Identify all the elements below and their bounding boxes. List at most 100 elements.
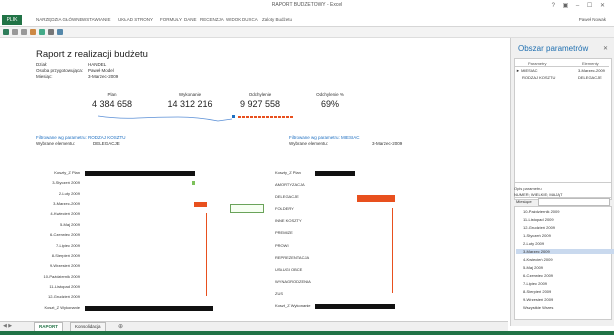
kpi-variance-value: 9 927 558 [239,99,281,109]
right-filter-caption: Filtrowane wg parametru: MIESIAC [289,135,360,140]
param-row-value[interactable]: 3-Marzec-2009 [578,68,605,73]
month-list-item[interactable]: 9-Wrzesień 2009 [523,297,553,302]
tab-page-layout[interactable]: UKŁAD STRONY [118,17,153,22]
meta-value-month: 3-Marzec-2009 [88,74,119,79]
month-list[interactable] [514,206,612,320]
month-list-item[interactable]: 10-Październik 2009 [523,209,559,214]
chart-row-label: USŁUGI OBCE [275,266,303,272]
kpi-actual-value: 14 312 216 [167,99,213,109]
chart-row-label: 8-Sierpień 2009 [51,252,80,258]
chart-row-label: PROWI [275,242,289,248]
undo-icon[interactable] [12,29,18,35]
kpi-plan-label: Plan [107,92,117,97]
kpi-variance-pct-label: Odchylenie % [316,92,344,97]
meta-value-dept: HANDEL [88,62,107,67]
left-waterfall-chart: Koszty_Z Plan 3-Styczeń 2009 2-Luty 2009 3-… [0,170,230,320]
report-title: Raport z realizacji budżetu [36,49,148,60]
status-bar [0,331,614,335]
chart-row-label: 11-Listopad 2009 [49,283,80,289]
month-bar [194,202,207,208]
filter-icon[interactable] [57,29,63,35]
list-label: Miesiące [516,199,532,204]
chart-row-label: REPREZENTACJA [275,254,310,260]
tab-review[interactable]: RECENZJA [200,17,224,22]
plan-bar [85,171,195,176]
sheet-nav-icon[interactable]: ◀ ▶ [3,323,12,329]
tab-view[interactable]: WIDOK [226,17,241,22]
month-list-item[interactable]: 4-Kwiecień 2009 [523,257,553,262]
chart-row-label: WYNAGRODZENIA [275,278,311,284]
month-list-item[interactable]: 7-Lipiec 2009 [523,281,547,286]
kpi-plan-value: 4 384 658 [91,99,133,109]
month-list-item[interactable]: 5-Maj 2009 [523,265,543,270]
window-controls[interactable]: ? ▣ – ☐ ✕ [552,2,608,9]
month-bar [206,213,207,297]
chart-row-label: Koszty_Z Plan [54,170,80,175]
param-row-value[interactable]: DELEGACJE [578,75,602,80]
kpi-actual-label: Wykonanie [178,92,202,97]
chart-row-label: ZUS [275,290,283,296]
chart-row-label: 7-Lipiec 2009 [55,242,80,248]
param-description-label: Opis parametru [514,186,542,191]
selected-cell[interactable] [230,204,264,213]
month-bar [192,181,195,186]
right-waterfall-chart: Koszty_Z Plan AMORTYZACJA DELEGACJE FOLDERY… [240,170,480,320]
tab-budget[interactable]: Zaloty Budżetu [262,17,292,22]
chart-row-label: 4-Kwiecień 2009 [50,211,80,217]
redo-icon[interactable] [21,29,27,35]
tab-data[interactable]: DANE [184,17,197,22]
left-selected-label: Wybrane elementu: [36,141,75,146]
tab-home[interactable]: NARZĘDZIA GŁÓWNE [36,17,83,22]
month-list-item[interactable]: 6-Czerwiec 2009 [523,273,553,278]
chart-icon[interactable] [39,29,45,35]
save-icon[interactable] [3,29,9,35]
month-list-item[interactable]: 3-Marzec 2009 [516,249,614,254]
plan-bar [315,171,355,176]
kpi-variance-label: Odchylenie [248,92,272,97]
meta-label-month: Miesiąc: [36,74,53,79]
chart-row-label: 12-Grudzień 2009 [47,294,80,300]
window-title: RAPORT BUDZETOWY - Excel [271,2,343,8]
right-selected-value: 3-Marzec-2009 [372,141,403,146]
chart-row-label: INNE KOSZTY [275,218,302,224]
chart-row-label: 3-Marzec-2009 [53,201,80,207]
month-list-item[interactable]: Wszystkie Wrzes [523,305,553,310]
user-name[interactable]: Paweł Nowak [579,17,606,22]
tab-formulas[interactable]: FORMUŁY [160,17,182,22]
add-sheet-icon[interactable]: ⊕ [118,323,123,330]
month-list-item[interactable]: 1-Styczeń 2009 [523,233,551,238]
month-list-item[interactable]: 11-Listopad 2009 [523,217,554,222]
chart-row-label: FOLDERY [275,206,294,212]
month-list-item[interactable]: 12-Grudzień 2009 [523,225,555,230]
chart-row-label: DELEGACJE [275,194,299,200]
tab-duxca[interactable]: DUXCA [242,17,258,22]
pane-title: Obszar parametrów [518,44,589,53]
month-list-item[interactable]: 8-Sierpień 2009 [523,289,551,294]
meta-label-dept: Dział: [36,62,48,67]
table-icon[interactable] [48,29,54,35]
meta-label-author: Osoba przygotowująca: [36,68,84,73]
meta-value-author: Paweł Model [88,68,114,73]
actual-bar [85,305,213,311]
quick-access-toolbar [0,27,614,38]
tab-file[interactable]: PLIK [2,15,22,25]
category-bar [392,208,393,293]
chart-row-label: 10-Październik 2009 [43,273,80,279]
header-divider [515,66,609,67]
param-row-key[interactable]: ► MIESIAC [516,68,538,73]
left-selected-value: DELEGACJE [93,141,120,146]
param-description-value: NUMER; WIELKIE; MAJĄT [514,192,563,197]
right-selected-label: Wybrane elementu: [289,141,328,146]
param-row-key[interactable]: RODZAJ KOSZTU [522,75,555,80]
chart-row-label: 2-Luty 2009 [58,190,80,196]
month-list-item[interactable]: 2-Luty 2009 [523,241,544,246]
chart-row-label: 6-Czerwiec 2009 [49,232,80,238]
close-icon[interactable]: ✕ [603,45,608,52]
pivot-icon[interactable] [30,29,36,35]
list-search-input[interactable] [538,198,610,206]
chart-row-label: 5-Maj 2009 [59,221,80,227]
chart-row-label: AMORTYZACJA [275,182,305,188]
tab-insert[interactable]: WSTAWIANIE [82,17,111,22]
category-bar [357,195,395,203]
chart-row-label: Koszt_Z Wykonanie [44,304,80,310]
